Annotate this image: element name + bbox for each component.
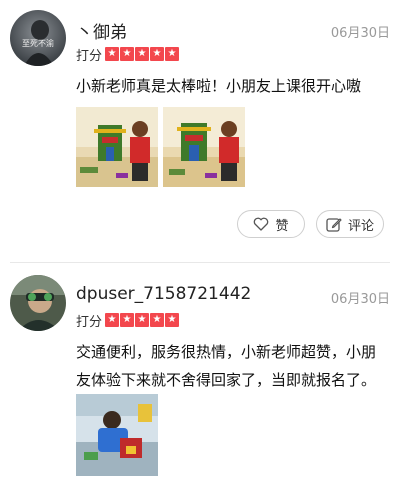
star-icon: ★ (165, 47, 180, 61)
star-icon: ★ (150, 313, 165, 327)
star-icon: ★ (165, 313, 180, 327)
photo-image (76, 107, 158, 187)
rating-row: 打分 ★ ★ ★ ★ ★ (76, 46, 180, 64)
review-date: 06月30日 (330, 292, 390, 307)
review-photo[interactable] (76, 394, 158, 476)
review-text: 交通便利，服务很热情，小新老师超赞，小朋 友体验下来就不舍得回家了，当即就报名了… (76, 338, 388, 394)
rating-label: 打分 (76, 48, 103, 64)
edit-comment-icon (326, 217, 342, 232)
star-icon: ★ (105, 313, 120, 327)
like-label: 赞 (275, 218, 289, 234)
review-text-line: 交通便利，服务很热情，小新老师超赞，小朋 (76, 343, 377, 361)
review-photo[interactable] (76, 107, 158, 187)
avatar[interactable] (10, 275, 66, 331)
review-text: 小新老师真是太棒啦！小朋友上课很开心嗷 (76, 77, 362, 95)
avatar[interactable]: 至死不渝 (10, 10, 66, 66)
comment-label: 评论 (347, 218, 374, 234)
photo-image (163, 107, 245, 187)
review-item: 至死不渝 丶御弟 06月30日 打分 ★ ★ ★ ★ ★ 小新老师真是太棒啦！小… (0, 0, 400, 262)
rating-label: 打分 (76, 314, 103, 330)
username[interactable]: dpuser_7158721442 (76, 284, 251, 304)
star-icon: ★ (120, 47, 135, 61)
star-icon: ★ (150, 47, 165, 61)
star-icon: ★ (135, 47, 150, 61)
review-text-line: 友体验下来就不舍得回家了，当即就报名了。 (76, 371, 377, 389)
heart-outline-icon (254, 217, 269, 231)
avatar-image: 至死不渝 (10, 10, 66, 66)
username[interactable]: 丶御弟 (76, 18, 127, 43)
star-icon: ★ (135, 313, 150, 327)
comment-button[interactable]: 评论 (316, 210, 384, 238)
avatar-text: 至死不渝 (22, 38, 54, 48)
review-item: dpuser_7158721442 06月30日 打分 ★ ★ ★ ★ ★ 交通… (0, 263, 400, 492)
star-icon: ★ (120, 313, 135, 327)
review-date: 06月30日 (330, 26, 390, 41)
avatar-image (10, 275, 66, 331)
star-icon: ★ (105, 47, 120, 61)
review-photo[interactable] (163, 107, 245, 187)
rating-row: 打分 ★ ★ ★ ★ ★ (76, 312, 180, 330)
like-button[interactable]: 赞 (237, 210, 305, 238)
photo-image (76, 394, 158, 476)
